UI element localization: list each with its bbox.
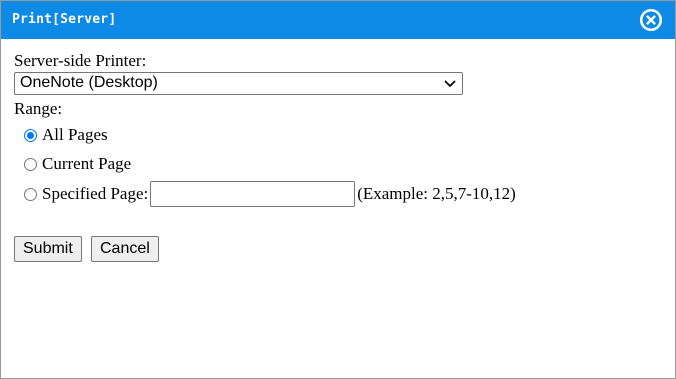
range-option-current-page[interactable]: Current Page xyxy=(24,154,131,174)
radio-specified-page-label[interactable]: Specified Page: xyxy=(42,184,148,204)
specified-pages-input[interactable] xyxy=(150,181,356,207)
close-circle-icon xyxy=(640,9,662,31)
printer-select-value: OneNote (Desktop) xyxy=(20,74,158,91)
range-label: Range: xyxy=(14,99,63,118)
dialog-body: Server-side Printer: OneNote (Desktop) R… xyxy=(1,39,675,378)
dialog-titlebar[interactable]: Print[Server] xyxy=(1,1,675,39)
radio-specified-page[interactable] xyxy=(24,187,37,201)
range-option-specified-page[interactable]: Specified Page: (Example: 2,5,7-10,12) xyxy=(24,181,516,207)
range-option-all-pages[interactable]: All Pages xyxy=(24,125,108,145)
printer-select[interactable]: OneNote (Desktop) xyxy=(14,72,463,95)
radio-all-pages[interactable] xyxy=(24,128,37,142)
dialog-title: Print[Server] xyxy=(12,12,117,27)
chevron-down-icon xyxy=(444,80,456,87)
radio-current-page[interactable] xyxy=(24,157,37,171)
cancel-button[interactable]: Cancel xyxy=(91,236,159,262)
pages-example-hint: (Example: 2,5,7-10,12) xyxy=(357,184,516,203)
close-button[interactable] xyxy=(640,9,662,31)
submit-button[interactable]: Submit xyxy=(14,236,82,262)
radio-current-page-label[interactable]: Current Page xyxy=(42,154,131,174)
radio-all-pages-label[interactable]: All Pages xyxy=(42,125,108,145)
printer-label: Server-side Printer: xyxy=(14,51,147,70)
print-dialog: Print[Server] Server-side Printer: OneNo… xyxy=(0,0,676,379)
